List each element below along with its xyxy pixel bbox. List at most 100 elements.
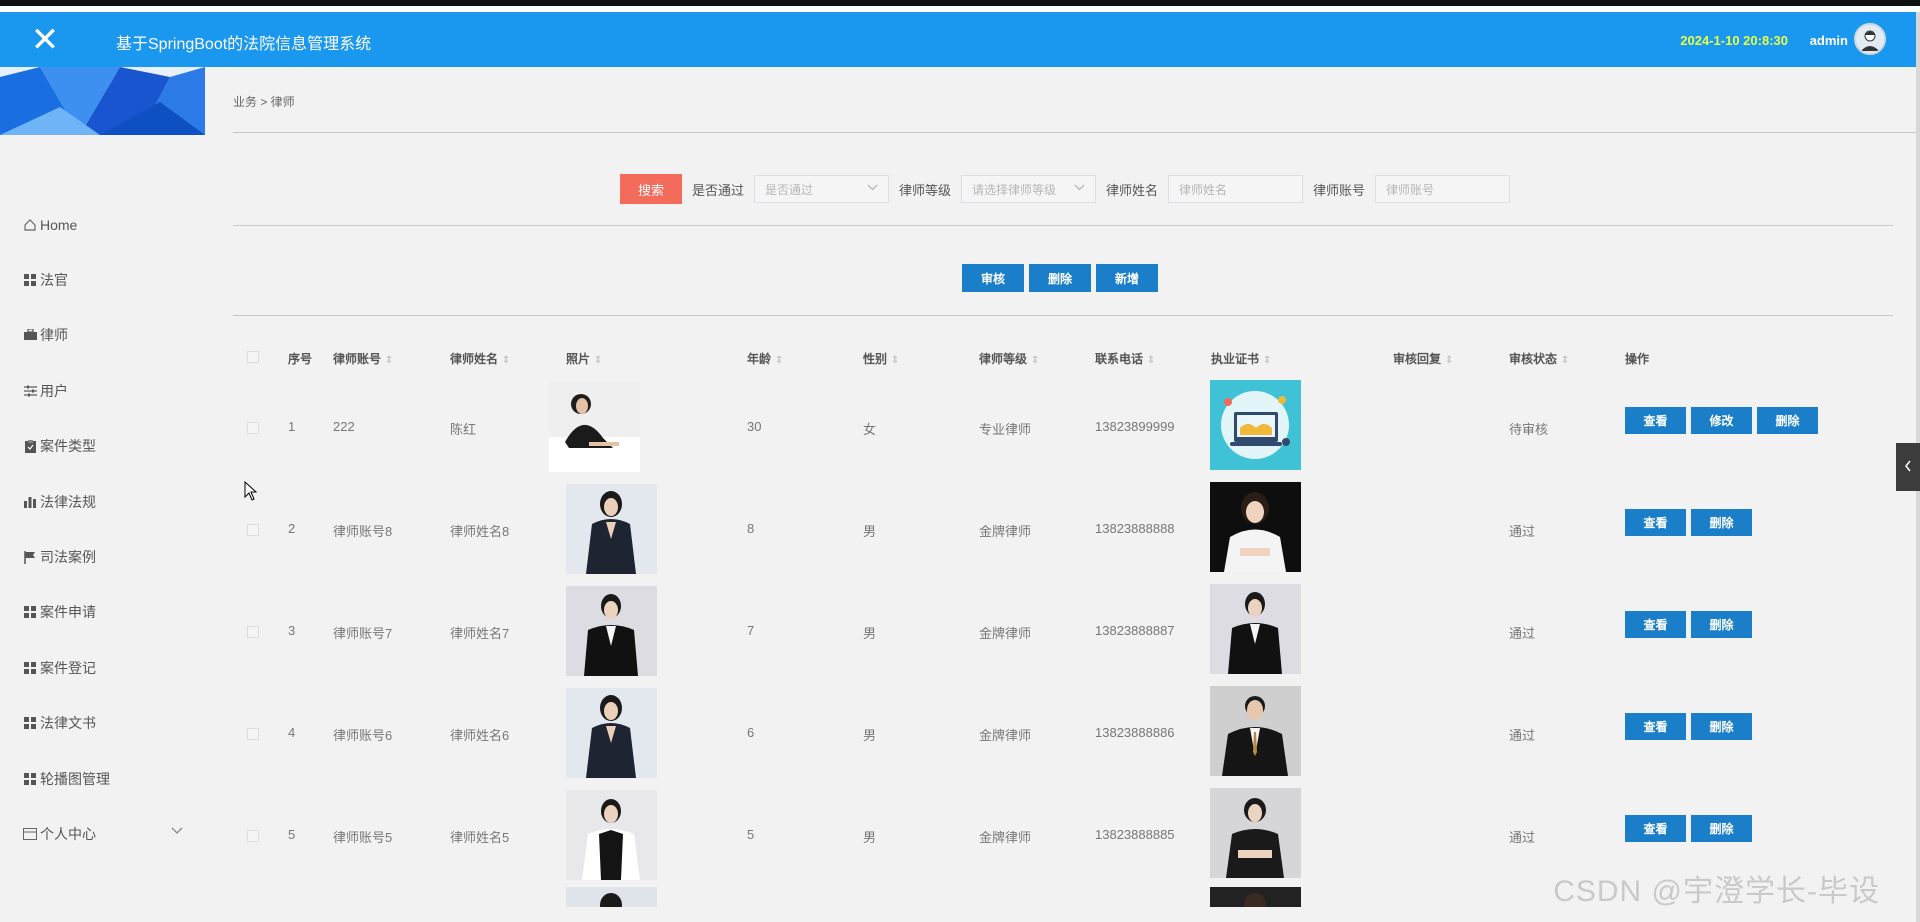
row-checkbox[interactable] xyxy=(247,422,259,434)
col-header-label: 联系电话 xyxy=(1095,352,1144,366)
select-all-checkbox[interactable] xyxy=(247,351,259,363)
view-button[interactable]: 查看 xyxy=(1625,815,1686,842)
sidebar-item-label: 案件申请 xyxy=(40,604,96,621)
view-button[interactable]: 查看 xyxy=(1625,509,1686,536)
lawyer-photo[interactable] xyxy=(566,887,657,907)
sliders-icon xyxy=(22,383,38,399)
sort-icon[interactable]: ⇕ xyxy=(1263,355,1271,366)
cell-age: 5 xyxy=(747,827,755,842)
view-button[interactable]: 查看 xyxy=(1625,407,1686,434)
sidebar-item-judge[interactable]: 法官 xyxy=(0,252,205,307)
sidebar-item-judicial-cases[interactable]: 司法案例 xyxy=(0,529,205,584)
avatar-icon[interactable] xyxy=(1854,23,1886,55)
certificate-image[interactable] xyxy=(1210,482,1301,572)
sort-icon[interactable]: ⇕ xyxy=(775,355,783,366)
certificate-image[interactable] xyxy=(1210,584,1301,674)
lawyer-photo[interactable] xyxy=(566,586,657,676)
col-header-reply[interactable]: 审核回复 ⇕ xyxy=(1393,350,1453,367)
delete-button[interactable]: 删除 xyxy=(1691,611,1752,638)
row-checkbox[interactable] xyxy=(247,626,259,638)
cell-age: 6 xyxy=(747,725,755,740)
col-header-status[interactable]: 审核状态 ⇕ xyxy=(1509,350,1569,367)
sidebar-item-personal-center[interactable]: 个人中心 xyxy=(0,806,205,861)
chevron-down-icon[interactable] xyxy=(171,824,183,838)
delete-button[interactable]: 删除 xyxy=(1691,815,1752,842)
sidebar-item-carousel[interactable]: 轮播图管理 xyxy=(0,751,205,806)
lawyer-photo[interactable] xyxy=(566,790,657,880)
navbar: ✕ 基于SpringBoot的法院信息管理系统 2024-1-10 20:8:3… xyxy=(0,12,1916,67)
certificate-image[interactable] xyxy=(1210,887,1301,907)
delete-button[interactable]: 删除 xyxy=(1691,713,1752,740)
cell-name: 律师姓名7 xyxy=(450,626,510,641)
edit-button[interactable]: 修改 xyxy=(1691,407,1752,434)
username-label[interactable]: admin xyxy=(1810,33,1848,48)
sidebar-item-case-application[interactable]: 案件申请 xyxy=(0,585,205,640)
add-button[interactable]: 新增 xyxy=(1096,264,1158,292)
grid-icon xyxy=(22,660,38,676)
certificate-image[interactable] xyxy=(1210,788,1301,878)
delete-button[interactable]: 删除 xyxy=(1757,407,1818,434)
sort-icon[interactable]: ⇕ xyxy=(594,355,602,366)
col-header-label: 审核回复 xyxy=(1393,352,1442,366)
col-header-phone[interactable]: 联系电话 ⇕ xyxy=(1095,350,1155,367)
sidebar-item-label: 司法案例 xyxy=(40,549,96,566)
search-button[interactable]: 搜索 xyxy=(620,174,682,204)
sidebar-item-case-type[interactable]: 案件类型 xyxy=(0,419,205,474)
sidebar-item-label: 轮播图管理 xyxy=(40,770,110,787)
delete-button[interactable]: 删除 xyxy=(1691,509,1752,536)
col-header-photo[interactable]: 照片 ⇕ xyxy=(566,350,602,367)
lawyer-photo[interactable] xyxy=(549,382,640,472)
cell-name: 律师姓名6 xyxy=(450,728,510,743)
datetime-display: 2024-1-10 20:8:30 xyxy=(1680,33,1788,48)
sort-icon[interactable]: ⇕ xyxy=(891,355,899,366)
col-header-account[interactable]: 律师账号 ⇕ xyxy=(333,350,393,367)
lawyer-photo[interactable] xyxy=(566,484,657,574)
review-button[interactable]: 审核 xyxy=(962,264,1024,292)
col-header-label: 律师姓名 xyxy=(450,352,499,366)
batch-delete-button[interactable]: 删除 xyxy=(1029,264,1091,292)
lawyer-photo[interactable] xyxy=(566,688,657,778)
lawyer-account-input[interactable]: 律师账号 xyxy=(1375,175,1511,203)
row-checkbox[interactable] xyxy=(247,524,259,536)
sidebar-item-legal-documents[interactable]: 法律文书 xyxy=(0,696,205,751)
search-bar: 搜索 是否通过 是否通过 律师等级 请选择律师等级 律师姓名 律师姓名 律师账号… xyxy=(620,174,1520,204)
sidebar-item-case-registration[interactable]: 案件登记 xyxy=(0,640,205,695)
sort-icon[interactable]: ⇕ xyxy=(1031,355,1039,366)
cell-gender: 男 xyxy=(863,626,877,641)
approved-select[interactable]: 是否通过 xyxy=(754,175,890,203)
sidebar-item-label: 个人中心 xyxy=(40,825,96,842)
sort-icon[interactable]: ⇕ xyxy=(385,355,393,366)
collapse-panel-tab[interactable] xyxy=(1896,443,1920,491)
col-header-age[interactable]: 年龄 ⇕ xyxy=(747,350,783,367)
lawyer-name-input[interactable]: 律师姓名 xyxy=(1168,175,1304,203)
cell-name: 律师姓名8 xyxy=(450,524,510,539)
certificate-image[interactable] xyxy=(1210,686,1301,776)
sidebar-item-lawyer[interactable]: 律师 xyxy=(0,308,205,363)
window-top-strip xyxy=(0,0,1920,6)
view-button[interactable]: 查看 xyxy=(1625,611,1686,638)
close-icon[interactable]: ✕ xyxy=(14,12,76,67)
sort-icon[interactable]: ⇕ xyxy=(1561,355,1569,366)
level-select[interactable]: 请选择律师等级 xyxy=(961,175,1097,203)
sort-icon[interactable]: ⇕ xyxy=(502,355,510,366)
col-header-level[interactable]: 律师等级 ⇕ xyxy=(979,350,1039,367)
sidebar-item-laws[interactable]: 法律法规 xyxy=(0,474,205,529)
cell-status: 通过 xyxy=(1509,524,1536,539)
cell-age: 30 xyxy=(747,419,762,434)
view-button[interactable]: 查看 xyxy=(1625,713,1686,740)
sidebar-item-home[interactable]: Home xyxy=(0,197,205,252)
col-header-certificate[interactable]: 执业证书 ⇕ xyxy=(1211,350,1271,367)
certificate-image[interactable] xyxy=(1210,380,1301,470)
col-header-gender[interactable]: 性别 ⇕ xyxy=(863,350,899,367)
sort-icon[interactable]: ⇕ xyxy=(1445,355,1453,366)
sidebar-item-user[interactable]: 用户 xyxy=(0,363,205,418)
row-checkbox[interactable] xyxy=(247,728,259,740)
cell-no: 4 xyxy=(288,725,296,740)
sidebar-menu: Home 法官 律师 用户 案件类型 法律法规 司法案例 案件申请 案件登记 法… xyxy=(0,197,205,862)
lawyer-account-placeholder: 律师账号 xyxy=(1386,182,1435,197)
sort-icon[interactable]: ⇕ xyxy=(1147,355,1155,366)
row-checkbox[interactable] xyxy=(247,830,259,842)
col-header-name[interactable]: 律师姓名 ⇕ xyxy=(450,350,510,367)
cell-account: 律师账号7 xyxy=(333,626,393,641)
cell-account: 律师账号6 xyxy=(333,728,393,743)
